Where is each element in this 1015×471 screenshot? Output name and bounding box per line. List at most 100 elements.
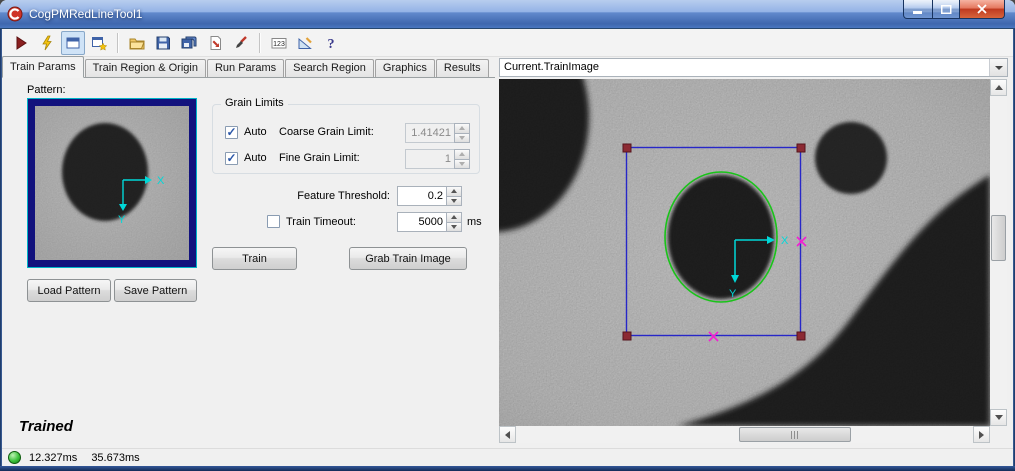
auto-coarse-checkbox[interactable]: ✓ (225, 126, 238, 139)
numeric-results-button[interactable]: 123 (267, 31, 291, 55)
fine-grain-limit-label: Fine Grain Limit: (279, 152, 360, 164)
window-border-left (0, 29, 2, 471)
arrow-down-icon (995, 415, 1003, 420)
run-icon (13, 35, 29, 51)
auto-coarse-label: Auto (244, 126, 267, 138)
spin-down-icon[interactable] (454, 159, 470, 170)
numeric-results-icon: 123 (271, 35, 287, 51)
train-timeout-checkbox[interactable] (267, 215, 280, 228)
tab-train-region-origin[interactable]: Train Region & Origin (85, 59, 206, 77)
new-tool-button[interactable] (87, 31, 111, 55)
clear-button[interactable] (229, 31, 253, 55)
scroll-down-button[interactable] (990, 409, 1007, 426)
close-button[interactable] (959, 0, 1005, 19)
combobox-dropdown-button[interactable] (989, 59, 1007, 76)
scroll-up-button[interactable] (990, 79, 1007, 96)
measure-button[interactable] (293, 31, 317, 55)
run-button[interactable] (9, 31, 33, 55)
status-led-icon (8, 451, 21, 464)
image-display-pane: Current.TrainImage (497, 57, 1015, 448)
auto-fine-label: Auto (244, 152, 267, 164)
spin-down-icon[interactable] (446, 196, 462, 207)
feature-threshold-spinner[interactable] (447, 186, 462, 206)
scroll-right-button[interactable] (973, 426, 990, 443)
corner-handle[interactable] (797, 144, 805, 152)
total-time: 35.673ms (91, 452, 139, 464)
electric-run-icon (39, 35, 55, 51)
result-time: 12.327ms (29, 452, 77, 464)
image-grain (499, 79, 990, 426)
auto-fine-checkmark: ✓ (226, 153, 236, 163)
open-file-icon (129, 35, 145, 51)
svg-text:?: ? (328, 37, 335, 51)
svg-text:123: 123 (273, 41, 285, 48)
tab-search-region[interactable]: Search Region (285, 59, 374, 77)
app-window: CogPMRedLineTool1 (0, 0, 1015, 471)
train-timeout-units: ms (467, 216, 482, 228)
corner-handle[interactable] (623, 144, 631, 152)
titlebar[interactable]: CogPMRedLineTool1 (0, 0, 1015, 29)
coarse-grain-limit-field[interactable]: 1.41421 (405, 123, 455, 143)
fine-grain-limit-spinner[interactable] (455, 149, 470, 169)
fine-grain-limit-value: 1 (406, 150, 454, 168)
pattern-image: X Y (35, 106, 189, 260)
feature-threshold-field[interactable]: 0.2 (397, 186, 447, 206)
save-pattern-button[interactable]: Save Pattern (114, 279, 197, 302)
coarse-grain-limit-spinner[interactable] (455, 123, 470, 143)
tab-train-params[interactable]: Train Params (2, 56, 84, 78)
status-bar: 12.327ms 35.673ms (0, 448, 1015, 466)
auto-fine-checkbox[interactable]: ✓ (225, 152, 238, 165)
fine-grain-limit-field[interactable]: 1 (405, 149, 455, 169)
float-tool-button[interactable] (61, 31, 85, 55)
train-timeout-value: 5000 (398, 213, 446, 231)
feature-threshold-value: 0.2 (398, 187, 446, 205)
spin-down-icon[interactable] (454, 133, 470, 144)
train-timeout-field[interactable]: 5000 (397, 212, 447, 232)
y-axis-label: Y (729, 288, 737, 300)
load-pattern-button[interactable]: Load Pattern (27, 279, 111, 302)
maximize-button[interactable] (932, 0, 960, 19)
save-file-button[interactable] (151, 31, 175, 55)
scroll-left-button[interactable] (499, 426, 516, 443)
save-all-button[interactable] (177, 31, 201, 55)
train-image-display[interactable]: X Y (499, 79, 990, 426)
corner-handle[interactable] (797, 332, 805, 340)
auto-coarse-checkmark: ✓ (226, 127, 236, 137)
arrow-left-icon (505, 431, 510, 439)
tab-run-params[interactable]: Run Params (207, 59, 284, 77)
window-controls (904, 0, 1005, 19)
vertical-scroll-thumb[interactable] (991, 215, 1006, 261)
train-button[interactable]: Train (212, 247, 297, 270)
chevron-down-icon (995, 66, 1003, 70)
import-button[interactable] (203, 31, 227, 55)
horizontal-scrollbar[interactable] (499, 426, 990, 443)
train-params-pane: Train Params Train Region & Origin Run P… (0, 57, 497, 448)
grab-train-image-button[interactable]: Grab Train Image (349, 247, 467, 270)
help-button[interactable]: ? (319, 31, 343, 55)
trained-status: Trained (19, 418, 73, 435)
electric-run-button[interactable] (35, 31, 59, 55)
open-file-button[interactable] (125, 31, 149, 55)
train-timeout-spinner[interactable] (447, 212, 462, 232)
save-file-icon (155, 35, 171, 51)
tab-results[interactable]: Results (436, 59, 489, 77)
arrow-right-icon (979, 431, 984, 439)
tab-graphics[interactable]: Graphics (375, 59, 435, 77)
vertical-scrollbar[interactable] (990, 79, 1007, 426)
minimize-icon (913, 5, 923, 14)
minimize-button[interactable] (903, 0, 933, 19)
pattern-y-axis-label: Y (118, 214, 126, 226)
corner-handle[interactable] (623, 332, 631, 340)
window-border-bottom (0, 466, 1015, 471)
thumb-grip (791, 431, 800, 439)
spin-down-icon[interactable] (446, 222, 462, 233)
save-all-icon (181, 35, 197, 51)
image-selector-combobox[interactable]: Current.TrainImage (499, 58, 1008, 77)
coarse-grain-limit-label: Coarse Grain Limit: (279, 126, 374, 138)
maximize-icon (941, 5, 952, 14)
coarse-grain-limit-value: 1.41421 (406, 124, 454, 142)
horizontal-scroll-thumb[interactable] (739, 427, 851, 442)
scrollbar-corner (990, 426, 1007, 443)
train-timeout-label: Train Timeout: (286, 216, 356, 228)
close-icon (977, 4, 987, 14)
